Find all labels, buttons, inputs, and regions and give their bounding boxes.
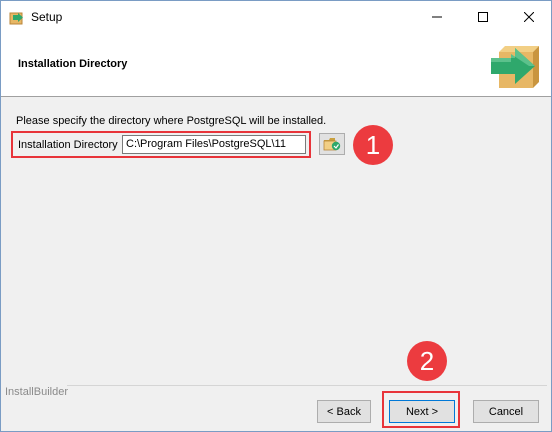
window-title: Setup [31, 10, 63, 24]
installbuilder-brand: InstallBuilder [5, 386, 68, 398]
close-button[interactable] [506, 1, 552, 32]
callout-1-badge: 1 [353, 125, 393, 165]
cancel-button[interactable]: Cancel [473, 400, 539, 423]
browse-button[interactable] [319, 133, 345, 155]
box-arrow-icon [489, 38, 545, 92]
back-button[interactable]: < Back [317, 400, 371, 423]
directory-label: Installation Directory [18, 139, 118, 151]
close-icon [524, 11, 534, 22]
page-title: Installation Directory [18, 58, 128, 70]
minimize-button[interactable] [414, 1, 460, 32]
minimize-icon [432, 16, 442, 17]
directory-highlight: Installation Directory C:\Program Files\… [11, 131, 311, 158]
wizard-header: Installation Directory [1, 32, 551, 97]
instruction-text: Please specify the directory where Postg… [16, 115, 327, 127]
title-bar[interactable]: Setup [1, 1, 551, 32]
maximize-icon [478, 11, 488, 22]
setup-app-icon [9, 9, 25, 25]
callout-2-badge: 2 [407, 341, 447, 381]
setup-window: Setup Installation Directory Please spec… [0, 0, 552, 432]
maximize-button[interactable] [460, 1, 506, 32]
directory-input[interactable]: C:\Program Files\PostgreSQL\11 [122, 135, 306, 154]
folder-browse-icon [323, 138, 341, 151]
footer-divider [67, 385, 547, 386]
next-button[interactable]: Next > [389, 400, 455, 423]
